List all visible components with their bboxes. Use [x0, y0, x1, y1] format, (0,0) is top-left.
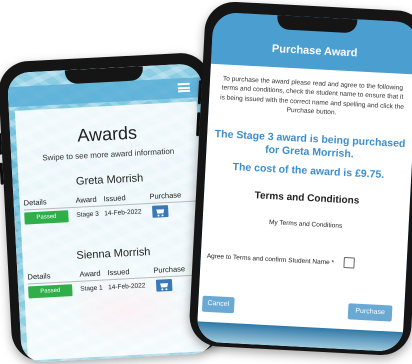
agree-label: Agree to Terms and confirm Student Name …	[206, 252, 335, 267]
hamburger-icon[interactable]	[177, 82, 191, 93]
issued-cell: 14-Feb-2022	[104, 208, 142, 218]
pool-background	[196, 321, 404, 353]
page-title: Awards	[76, 122, 138, 146]
purchase-button[interactable]: Purchase	[347, 303, 393, 322]
modal-body: To purchase the award please read and ag…	[196, 63, 412, 353]
column-header-award: Award	[75, 194, 97, 205]
cart-icon	[160, 283, 169, 291]
phone-side-button	[0, 132, 3, 155]
phone-purchase: Purchase Award To purchase the award ple…	[188, 0, 412, 357]
student-name: Sienna Morrish	[76, 246, 151, 262]
awards-screen: Awards Swipe to see more award informati…	[6, 63, 216, 363]
phone-side-button	[197, 80, 202, 105]
agree-checkbox[interactable]	[343, 256, 355, 269]
column-header-purchase: Purchase	[153, 264, 186, 275]
table-row: Passed Stage 1 14-Feb-2022	[28, 277, 204, 300]
issued-cell: 14-Feb-2022	[108, 282, 146, 292]
column-header-details: Details	[27, 271, 51, 282]
table-header: Details Award Issued Purchase	[23, 189, 199, 207]
award-cell: Stage 1	[80, 284, 103, 293]
instructions-text: To purchase the award please read and ag…	[219, 75, 405, 117]
phone-side-button	[196, 112, 201, 137]
purchase-button[interactable]	[151, 205, 169, 218]
terms-heading: Terms and Conditions	[254, 190, 360, 207]
purchase-screen: Purchase Award To purchase the award ple…	[196, 11, 412, 353]
passed-button[interactable]: Passed	[24, 210, 69, 225]
modal-title: Purchase Award	[271, 42, 358, 60]
column-header-issued: Issued	[107, 267, 130, 278]
passed-button[interactable]: Passed	[28, 284, 73, 299]
terms-text: My Terms and Conditions	[268, 219, 343, 230]
table-row: Passed Stage 3 14-Feb-2022	[24, 203, 200, 226]
purchase-button[interactable]	[155, 278, 173, 292]
phone-side-button	[0, 162, 4, 185]
cart-icon	[156, 209, 165, 217]
cancel-button[interactable]: Cancel	[201, 295, 235, 314]
column-header-award: Award	[79, 268, 101, 279]
award-statement: The Stage 3 award is being purchased for…	[214, 128, 406, 161]
awards-card: Awards Swipe to see more award informati…	[14, 101, 210, 361]
column-header-purchase: Purchase	[149, 190, 182, 201]
student-name: Greta Morrish	[75, 172, 144, 188]
table-header: Details Award Issued Purchase	[27, 263, 203, 281]
column-header-details: Details	[23, 197, 47, 208]
award-cell: Stage 3	[76, 210, 99, 219]
cost-statement: The cost of the award is £9.75.	[232, 161, 385, 181]
column-header-issued: Issued	[103, 193, 126, 204]
